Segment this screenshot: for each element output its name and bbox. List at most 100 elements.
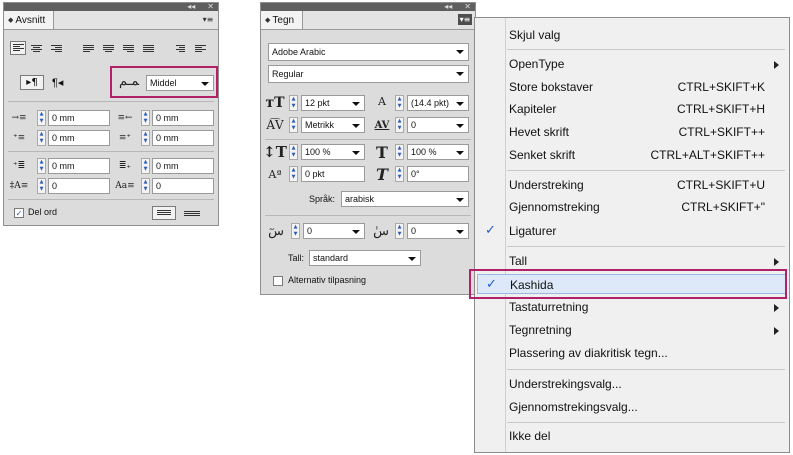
first-line-indent-input[interactable]: 0 mm bbox=[48, 130, 110, 146]
menu-item-hide-options[interactable]: Skjul valg bbox=[475, 25, 789, 45]
menu-item-digits[interactable]: Tall bbox=[475, 251, 789, 271]
diacritic-x-stepper[interactable]: ▲ ▼ bbox=[291, 223, 300, 239]
drop-cap-chars-input[interactable]: 0 bbox=[152, 178, 214, 194]
skew-input[interactable]: 0° bbox=[407, 166, 469, 182]
divider bbox=[8, 101, 214, 102]
vertical-scale-input[interactable]: 100 % bbox=[301, 144, 365, 160]
left-indent-icon: →≡ bbox=[11, 113, 27, 123]
right-indent-stepper[interactable]: ▲ ▼ bbox=[141, 110, 150, 126]
horizontal-scale-input[interactable]: 100 % bbox=[407, 144, 469, 160]
span-columns-button[interactable] bbox=[182, 207, 202, 219]
kashida-menu-highlight-box bbox=[469, 269, 787, 299]
tracking-input[interactable]: 0 bbox=[407, 117, 469, 133]
menu-item-diacritic-position[interactable]: Plassering av diakritisk tegn... bbox=[475, 343, 789, 363]
tracking-stepper[interactable]: ▲ ▼ bbox=[395, 117, 404, 133]
hyphenate-checkbox[interactable]: ✓ bbox=[14, 208, 24, 218]
tab-character[interactable]: ◆ Tegn bbox=[261, 11, 304, 29]
divider bbox=[265, 139, 471, 140]
menu-item-strikethrough-options[interactable]: Gjennomstrekingsvalg... bbox=[475, 397, 789, 417]
align-towards-spine-icon bbox=[176, 44, 185, 52]
menu-item-superscript[interactable]: Hevet skrift CTRL+SKIFT++ bbox=[475, 122, 789, 142]
align-left-button[interactable] bbox=[10, 41, 26, 55]
digits-dropdown[interactable]: standard bbox=[309, 250, 421, 266]
font-style-dropdown[interactable]: Regular bbox=[268, 65, 469, 83]
font-family-dropdown[interactable]: Adobe Arabic bbox=[268, 43, 469, 61]
right-indent-input[interactable]: 0 mm bbox=[152, 110, 214, 126]
first-line-indent-stepper[interactable]: ▲ ▼ bbox=[37, 130, 46, 146]
horizontal-scale-stepper[interactable]: ▲ ▼ bbox=[395, 144, 404, 160]
menu-item-underline[interactable]: Understreking CTRL+SKIFT+U bbox=[475, 175, 789, 195]
menu-item-keyboard-direction[interactable]: Tastaturretning bbox=[475, 297, 789, 317]
space-before-stepper[interactable]: ▲ ▼ bbox=[37, 158, 46, 174]
menu-item-strikethrough[interactable]: Gjennomstreking CTRL+SKIFT+" bbox=[475, 197, 789, 217]
right-indent-icon: ≡← bbox=[117, 113, 133, 123]
left-indent-input[interactable]: 0 mm bbox=[48, 110, 110, 126]
diacritic-x-input[interactable]: 0 bbox=[303, 223, 365, 239]
ltr-direction-button[interactable]: ¶◂ bbox=[52, 76, 63, 89]
drop-cap-lines-stepper[interactable]: ▲ ▼ bbox=[37, 178, 46, 194]
tab-toggle-icon[interactable]: ◆ bbox=[265, 16, 270, 24]
tab-paragraph[interactable]: ◆ Avsnitt bbox=[4, 11, 55, 29]
submenu-arrow-icon bbox=[774, 258, 779, 266]
menu-item-character-direction[interactable]: Tegnretning bbox=[475, 320, 789, 340]
justify-right-button[interactable] bbox=[122, 42, 135, 54]
diacritic-y-input[interactable]: 0 bbox=[407, 223, 469, 239]
menu-item-underline-options[interactable]: Understrekingsvalg... bbox=[475, 374, 789, 394]
font-size-input[interactable]: 12 pkt bbox=[301, 95, 365, 111]
menu-item-subscript[interactable]: Senket skrift CTRL+ALT+SKIFT++ bbox=[475, 145, 789, 165]
paragraph-panel: ◂◂ ✕ ◆ Avsnitt ▾≡ ▸¶ ¶◂ ﻤـﻢ Middel →≡ ▲ ▼… bbox=[3, 2, 219, 226]
menu-item-no-break[interactable]: Ikke del bbox=[475, 426, 789, 446]
align-away-spine-icon bbox=[195, 44, 206, 52]
align-away-spine-button[interactable] bbox=[194, 42, 207, 54]
justify-left-button[interactable] bbox=[82, 42, 95, 54]
justify-center-button[interactable] bbox=[102, 42, 115, 54]
leading-stepper[interactable]: ▲ ▼ bbox=[395, 95, 404, 111]
skew-stepper[interactable]: ▲ ▼ bbox=[395, 166, 404, 182]
font-size-stepper[interactable]: ▲ ▼ bbox=[289, 95, 298, 111]
kerning-dropdown[interactable]: Metrikk bbox=[301, 117, 365, 133]
tab-toggle-icon[interactable]: ◆ bbox=[8, 16, 13, 24]
panel-menu-button[interactable]: ▾≡ bbox=[458, 14, 472, 25]
align-right-button[interactable] bbox=[50, 42, 63, 54]
kerning-stepper[interactable]: ▲ ▼ bbox=[289, 117, 298, 133]
space-before-input[interactable]: 0 mm bbox=[48, 158, 110, 174]
baseline-shift-stepper[interactable]: ▲ ▼ bbox=[289, 166, 298, 182]
menu-item-ligatures[interactable]: ✓ Ligaturer bbox=[475, 221, 789, 241]
alt-fit-checkbox[interactable] bbox=[273, 276, 283, 286]
close-icon[interactable]: ✕ bbox=[207, 3, 214, 11]
space-after-stepper[interactable]: ▲ ▼ bbox=[141, 158, 150, 174]
align-center-button[interactable] bbox=[30, 42, 43, 54]
vertical-scale-stepper[interactable]: ▲ ▼ bbox=[289, 144, 298, 160]
menu-item-label: Understreking bbox=[509, 178, 584, 192]
rtl-direction-button[interactable]: ▸¶ bbox=[20, 75, 44, 90]
menu-separator bbox=[507, 170, 785, 171]
menu-separator bbox=[507, 246, 785, 247]
close-icon[interactable]: ✕ bbox=[464, 3, 471, 11]
menu-separator bbox=[507, 369, 785, 370]
baseline-shift-input[interactable]: 0 pkt bbox=[301, 166, 365, 182]
divider bbox=[265, 215, 471, 216]
language-dropdown[interactable]: arabisk bbox=[341, 191, 469, 207]
collapse-icon[interactable]: ◂◂ bbox=[187, 3, 195, 11]
justify-all-button[interactable] bbox=[142, 42, 155, 54]
menu-item-all-caps[interactable]: Store bokstaver CTRL+SKIFT+K bbox=[475, 77, 789, 97]
last-line-indent-input[interactable]: 0 mm bbox=[152, 130, 214, 146]
menu-item-label: Store bokstaver bbox=[509, 80, 594, 94]
leading-input[interactable]: (14.4 pkt) bbox=[407, 95, 469, 111]
last-line-indent-stepper[interactable]: ▲ ▼ bbox=[141, 130, 150, 146]
space-after-input[interactable]: 0 mm bbox=[152, 158, 214, 174]
drop-cap-chars-stepper[interactable]: ▲ ▼ bbox=[141, 178, 150, 194]
menu-item-opentype[interactable]: OpenType bbox=[475, 54, 789, 74]
collapse-icon[interactable]: ◂◂ bbox=[444, 3, 452, 11]
align-towards-spine-button[interactable] bbox=[174, 42, 187, 54]
balance-ragged-button[interactable] bbox=[152, 206, 176, 220]
diacritic-y-stepper[interactable]: ▲ ▼ bbox=[395, 223, 404, 239]
kashida-dropdown[interactable]: Middel bbox=[146, 75, 214, 91]
panel-menu-button[interactable]: ▾≡ bbox=[201, 14, 215, 25]
drop-cap-lines-input[interactable]: 0 bbox=[48, 178, 110, 194]
menu-item-label: Skjul valg bbox=[509, 28, 561, 42]
menu-item-small-caps[interactable]: Kapiteler CTRL+SKIFT+H bbox=[475, 99, 789, 119]
divider bbox=[8, 151, 214, 152]
left-indent-stepper[interactable]: ▲ ▼ bbox=[37, 110, 46, 126]
drop-cap-lines-icon: ‡A≡ bbox=[9, 181, 29, 191]
